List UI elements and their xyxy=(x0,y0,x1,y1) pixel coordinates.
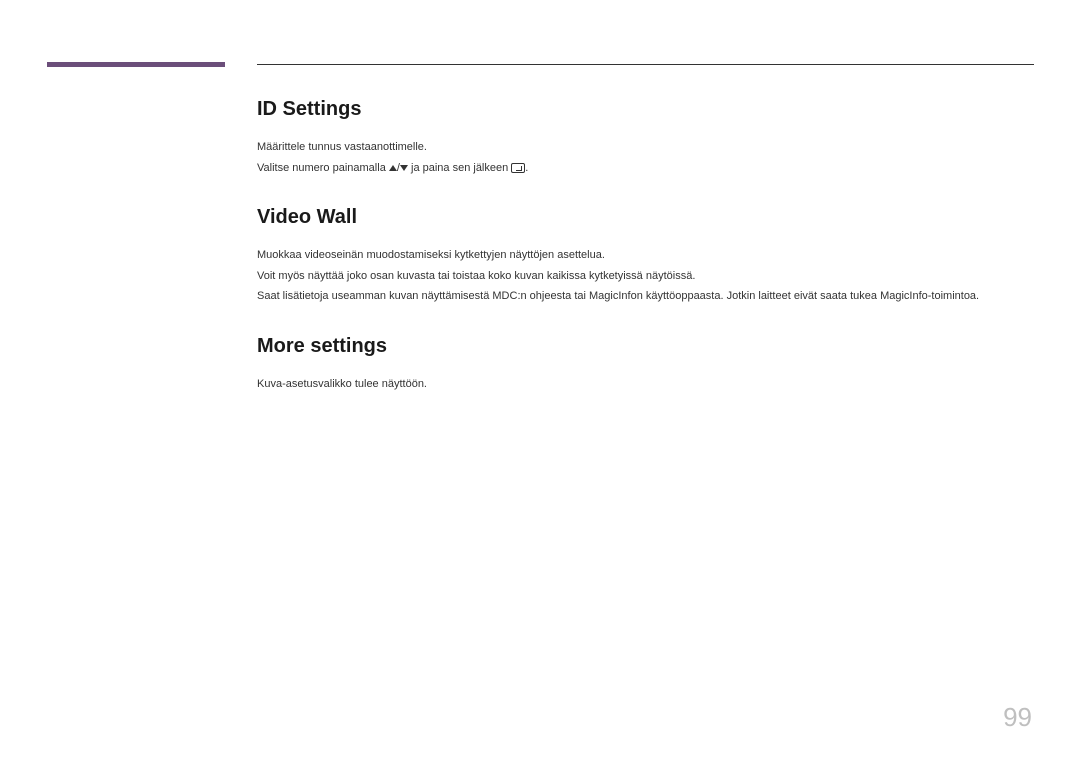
enter-icon xyxy=(511,163,525,173)
more-settings-line1: Kuva-asetusvalikko tulee näyttöön. xyxy=(257,376,1034,393)
id-settings-line1: Määrittele tunnus vastaanottimelle. xyxy=(257,139,1034,156)
section-video-wall: Video Wall Muokkaa videoseinän muodostam… xyxy=(257,206,1034,305)
heading-video-wall: Video Wall xyxy=(257,206,1034,229)
video-wall-line1: Muokkaa videoseinän muodostamiseksi kytk… xyxy=(257,247,1034,264)
page-content: ID Settings Määrittele tunnus vastaanott… xyxy=(257,98,1034,422)
arrow-down-icon xyxy=(400,165,408,171)
id-settings-line2-part1: Valitse numero painamalla xyxy=(257,162,389,174)
id-settings-line2-end: . xyxy=(525,162,528,174)
arrow-up-icon xyxy=(389,165,397,171)
header-accent-bar xyxy=(47,62,225,67)
section-id-settings: ID Settings Määrittele tunnus vastaanott… xyxy=(257,98,1034,176)
header-divider-line xyxy=(257,64,1034,65)
section-more-settings: More settings Kuva-asetusvalikko tulee n… xyxy=(257,335,1034,393)
video-wall-line2: Voit myös näyttää joko osan kuvasta tai … xyxy=(257,268,1034,285)
heading-more-settings: More settings xyxy=(257,335,1034,358)
page-number: 99 xyxy=(1003,702,1032,733)
id-settings-line2-part2: ja paina sen jälkeen xyxy=(408,162,511,174)
id-settings-line2: Valitse numero painamalla / ja paina sen… xyxy=(257,160,1034,177)
heading-id-settings: ID Settings xyxy=(257,98,1034,121)
video-wall-line3: Saat lisätietoja useamman kuvan näyttämi… xyxy=(257,288,1034,305)
